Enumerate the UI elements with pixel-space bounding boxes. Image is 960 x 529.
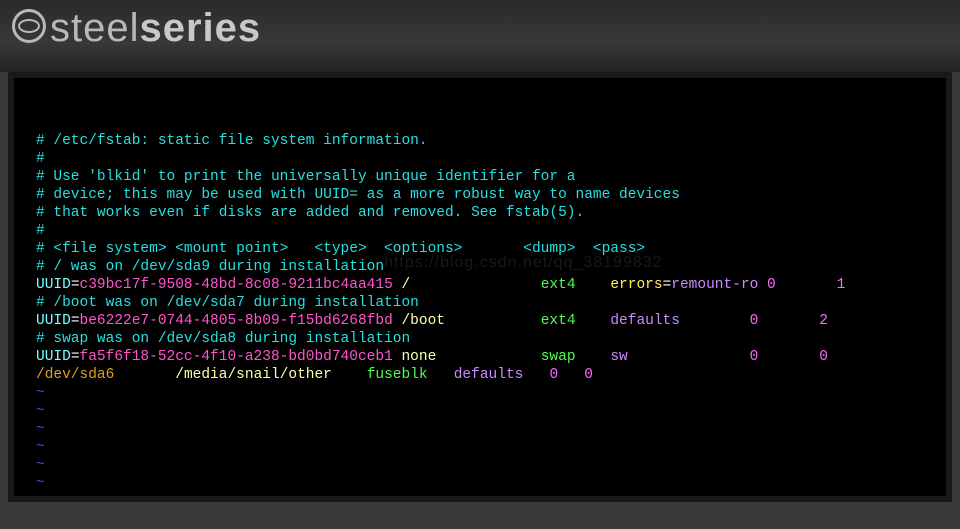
fstab-comment: #	[36, 223, 45, 239]
fstab-entry-swap: UUID=fa5f6f18-52cc-4f10-a238-bd0bd740ceb…	[36, 349, 828, 365]
fstab-entry-root: UUID=c39bc17f-9508-48bd-8c08-9211bc4aa41…	[36, 277, 845, 293]
fstab-entry-other: /dev/sda6 /media/snail/other fuseblk def…	[36, 367, 593, 383]
brand-eye-icon	[12, 9, 46, 43]
laptop-bezel: steelseries	[0, 0, 960, 72]
fstab-entry-boot: UUID=be6222e7-0744-4805-8b09-f15bd6268fb…	[36, 313, 828, 329]
terminal-screen[interactable]: https://blog.csdn.net/qq_38199832 # /etc…	[8, 72, 952, 502]
vim-tilde: ~	[36, 385, 45, 401]
fstab-comment: # /etc/fstab: static file system informa…	[36, 133, 428, 149]
watermark-text: https://blog.csdn.net/qq_38199832	[384, 254, 663, 272]
fstab-comment: # swap was on /dev/sda8 during installat…	[36, 331, 410, 347]
vim-tilde: ~	[36, 475, 45, 491]
vim-tilde: ~	[36, 457, 45, 473]
fstab-comment: #	[36, 151, 45, 167]
brand-bold: series	[140, 6, 262, 50]
vim-tilde: ~	[36, 403, 45, 419]
vim-tilde: ~	[36, 421, 45, 437]
fstab-comment: # that works even if disks are added and…	[36, 205, 584, 221]
fstab-comment: # device; this may be used with UUID= as…	[36, 187, 680, 203]
fstab-comment: # /boot was on /dev/sda7 during installa…	[36, 295, 419, 311]
vim-tilde: ~	[36, 439, 45, 455]
brand-logo: steelseries	[12, 6, 261, 51]
fstab-comment: # Use 'blkid' to print the universally u…	[36, 169, 576, 185]
brand-thin: steel	[50, 6, 140, 50]
fstab-comment: # / was on /dev/sda9 during installation	[36, 259, 384, 275]
